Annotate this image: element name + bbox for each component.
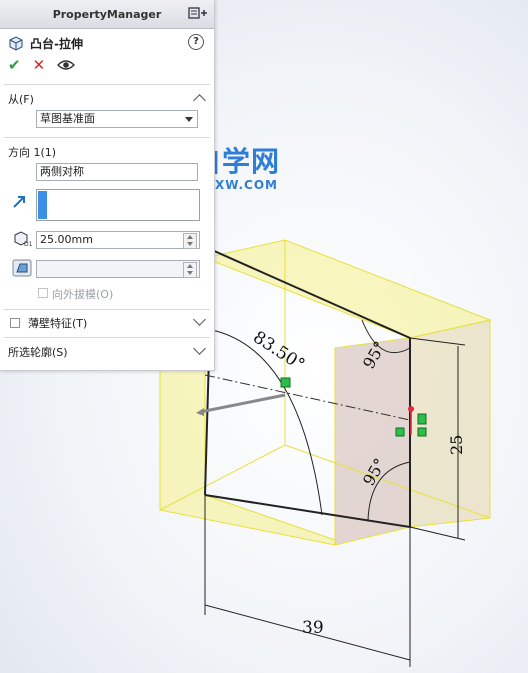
relation-marker-a[interactable] <box>395 427 405 437</box>
direction-arrow-icon[interactable] <box>12 195 26 209</box>
help-icon[interactable]: ? <box>188 34 204 50</box>
divider <box>4 309 210 310</box>
depth-input[interactable]: 25.00mm <box>36 231 200 249</box>
thin-feature-title[interactable]: 薄壁特征(T) <box>28 315 87 331</box>
svg-text:D1: D1 <box>24 241 32 247</box>
feature-name: 凸台-拉伸 <box>30 36 83 51</box>
draft-spinner[interactable] <box>183 262 197 278</box>
divider <box>4 84 210 85</box>
from-combo-value: 草图基准面 <box>40 112 95 125</box>
end-condition-value: 两侧对称 <box>40 165 84 178</box>
chevron-down-icon[interactable] <box>193 313 206 326</box>
draft-outward-checkbox[interactable] <box>38 288 48 298</box>
thin-feature-checkbox[interactable] <box>10 318 20 328</box>
chevron-down-icon[interactable] <box>193 342 206 355</box>
draft-icon[interactable] <box>12 259 32 277</box>
dim-width-39[interactable]: 39 <box>302 618 324 638</box>
relation-marker-c[interactable] <box>417 413 427 425</box>
from-combo[interactable]: 草图基准面 <box>36 110 198 128</box>
depth-spinner[interactable] <box>183 233 197 249</box>
divider <box>4 137 210 138</box>
end-condition-combo[interactable]: 两侧对称 <box>36 163 198 181</box>
property-manager-panel: PropertyManager 凸台-拉伸 ? ✔ ✕ 从(F) 草图基准面 方… <box>0 0 215 371</box>
draft-outward-label: 向外拔模(O) <box>52 288 114 301</box>
dim-height-ext-bottom <box>409 526 466 541</box>
cancel-button[interactable]: ✕ <box>33 56 46 74</box>
chevron-down-icon <box>185 117 193 122</box>
depth-value: 25.00mm <box>40 233 93 246</box>
depth-icon: D1 <box>14 231 32 247</box>
extrude-feature-icon <box>9 36 23 51</box>
direction1-section-title[interactable]: 方向 1(1) <box>8 144 56 160</box>
selection-indicator <box>38 191 47 219</box>
preview-eye-icon[interactable] <box>57 59 76 71</box>
relation-marker-top[interactable] <box>280 377 291 388</box>
action-buttons: ✔ ✕ <box>8 56 76 74</box>
dim-height-25[interactable]: 25 <box>447 435 466 455</box>
property-manager-title: PropertyManager <box>52 7 162 21</box>
direction-selection-box[interactable] <box>36 189 200 221</box>
extrude-preview-top-face <box>203 239 492 339</box>
dim-angle-83[interactable]: 83.50° <box>249 327 308 375</box>
ok-button[interactable]: ✔ <box>8 56 21 74</box>
direction-arrow-shaft <box>199 393 286 414</box>
divider <box>4 337 210 338</box>
draft-angle-input[interactable] <box>36 260 200 278</box>
chevron-up-icon[interactable] <box>193 94 206 107</box>
pin-icon[interactable] <box>188 7 208 19</box>
selected-contours-title[interactable]: 所选轮廓(S) <box>8 344 68 360</box>
relation-marker-b[interactable] <box>417 427 427 437</box>
property-manager-header: PropertyManager <box>0 0 214 29</box>
feature-title-row: 凸台-拉伸 ? <box>8 34 206 52</box>
from-section-title[interactable]: 从(F) <box>8 91 34 107</box>
